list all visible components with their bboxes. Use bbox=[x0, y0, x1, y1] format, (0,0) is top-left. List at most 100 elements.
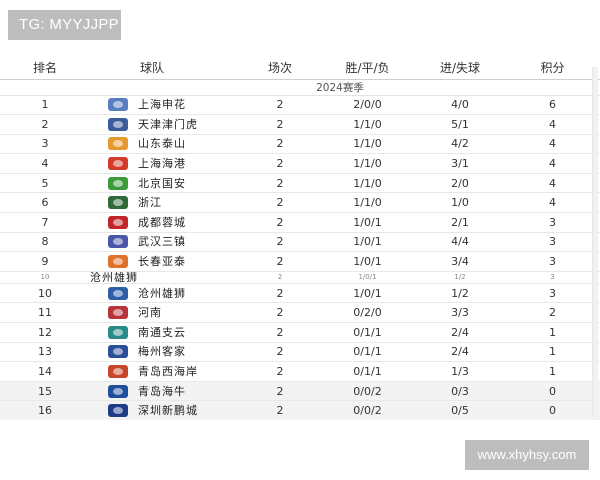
cell-played: 2 bbox=[240, 400, 320, 420]
header-rank[interactable]: 排名 bbox=[0, 57, 90, 80]
team-name[interactable]: 上海海港 bbox=[138, 158, 208, 169]
cell-gfga: 5/1 bbox=[415, 114, 505, 135]
cell-team: 青岛西海岸 bbox=[90, 361, 240, 382]
cell-gfga: 0/5 bbox=[415, 400, 505, 420]
team-name[interactable]: 沧州雄狮 bbox=[90, 272, 160, 283]
header-wdl[interactable]: 胜/平/负 bbox=[320, 57, 415, 80]
team-name[interactable]: 青岛海牛 bbox=[138, 386, 208, 397]
team-logo-icon bbox=[108, 306, 128, 320]
cell-gfga: 4/0 bbox=[415, 95, 505, 116]
team-name[interactable]: 天津津门虎 bbox=[138, 119, 208, 130]
cell-played: 2 bbox=[240, 134, 320, 155]
site-watermark: www.xhyhsy.com bbox=[465, 440, 589, 470]
table-row[interactable]: 4 上海海港 2 1/1/0 3/1 4 bbox=[0, 153, 600, 174]
cell-played: 2 bbox=[240, 251, 320, 272]
cell-gfga: 1/0 bbox=[415, 192, 505, 214]
cell-gfga: 3/1 bbox=[415, 153, 505, 174]
team-logo-icon bbox=[108, 345, 128, 359]
header-points[interactable]: 积分 bbox=[505, 57, 600, 80]
table-row[interactable]: 10 沧州雄狮 2 1/0/1 1/2 3 bbox=[0, 283, 600, 304]
header-team[interactable]: 球队 bbox=[90, 57, 240, 80]
cell-played: 2 bbox=[240, 302, 320, 324]
table-row[interactable]: 2 天津津门虎 2 1/1/0 5/1 4 bbox=[0, 114, 600, 135]
cell-played: 2 bbox=[240, 192, 320, 214]
cell-points: 4 bbox=[505, 173, 600, 194]
table-row[interactable]: 7 成都蓉城 2 1/0/1 2/1 3 bbox=[0, 212, 600, 233]
standings-table-container[interactable]: 排名 球队 场次 胜/平/负 进/失球 积分 2024赛季 1 上海申花 2 2/0/… bbox=[0, 57, 600, 420]
table-row[interactable]: 16 深圳新鹏城 2 0/0/2 0/5 0 bbox=[0, 400, 600, 420]
table-row[interactable]: 3 山东泰山 2 1/1/0 4/2 4 bbox=[0, 134, 600, 155]
cell-gfga: 2/0 bbox=[415, 173, 505, 194]
table-row[interactable]: 1 上海申花 2 2/0/0 4/0 6 bbox=[0, 95, 600, 116]
team-name[interactable]: 青岛西海岸 bbox=[138, 366, 208, 377]
cell-gfga: 1/2 bbox=[415, 271, 505, 284]
cell-rank: 9 bbox=[0, 251, 90, 272]
table-row[interactable]: 11 河南 2 0/2/0 3/3 2 bbox=[0, 302, 600, 324]
cell-team: 沧州雄狮 bbox=[90, 283, 240, 304]
team-name[interactable]: 武汉三镇 bbox=[138, 236, 208, 247]
team-logo-icon bbox=[108, 157, 128, 171]
team-name[interactable]: 山东泰山 bbox=[138, 138, 208, 149]
cell-wdl: 0/0/2 bbox=[320, 381, 415, 402]
vertical-scrollbar[interactable] bbox=[592, 67, 598, 417]
team-name[interactable]: 浙江 bbox=[138, 197, 208, 208]
cell-team: 南通支云 bbox=[90, 322, 240, 343]
cell-wdl: 0/0/2 bbox=[320, 400, 415, 420]
cell-rank: 8 bbox=[0, 232, 90, 253]
cell-rank: 5 bbox=[0, 173, 90, 194]
cell-points: 3 bbox=[505, 232, 600, 253]
team-logo-icon bbox=[108, 384, 128, 398]
table-row[interactable]: 13 梅州客家 2 0/1/1 2/4 1 bbox=[0, 342, 600, 363]
cell-rank: 6 bbox=[0, 192, 90, 214]
cell-wdl: 1/0/1 bbox=[320, 271, 415, 284]
header-gfga[interactable]: 进/失球 bbox=[415, 57, 505, 80]
cell-team: 上海海港 bbox=[90, 153, 240, 174]
team-name[interactable]: 梅州客家 bbox=[138, 346, 208, 357]
table-row[interactable]: 8 武汉三镇 2 1/0/1 4/4 3 bbox=[0, 232, 600, 253]
team-name[interactable]: 长春亚泰 bbox=[138, 256, 208, 267]
cell-team: 成都蓉城 bbox=[90, 212, 240, 233]
cell-wdl: 1/1/0 bbox=[320, 173, 415, 194]
cell-gfga: 4/2 bbox=[415, 134, 505, 155]
team-name[interactable]: 河南 bbox=[138, 307, 208, 318]
cell-wdl: 1/1/0 bbox=[320, 134, 415, 155]
cell-wdl: 1/0/1 bbox=[320, 232, 415, 253]
team-logo-icon bbox=[108, 235, 128, 249]
team-name[interactable]: 成都蓉城 bbox=[138, 217, 208, 228]
cell-wdl: 2/0/0 bbox=[320, 95, 415, 116]
cell-team: 武汉三镇 bbox=[90, 232, 240, 253]
team-name[interactable]: 南通支云 bbox=[138, 327, 208, 338]
team-name[interactable]: 沧州雄狮 bbox=[138, 288, 208, 299]
cell-rank: 11 bbox=[0, 302, 90, 324]
team-name[interactable]: 上海申花 bbox=[138, 99, 208, 110]
tg-watermark: TG: MYYJJPP bbox=[8, 10, 121, 40]
table-row[interactable]: 9 长春亚泰 2 1/0/1 3/4 3 bbox=[0, 251, 600, 272]
cell-wdl: 1/0/1 bbox=[320, 212, 415, 233]
cell-played: 2 bbox=[240, 361, 320, 382]
season-row: 2024赛季 bbox=[0, 79, 600, 96]
table-row[interactable]: 12 南通支云 2 0/1/1 2/4 1 bbox=[0, 322, 600, 343]
cell-wdl: 1/0/1 bbox=[320, 283, 415, 304]
cell-played: 2 bbox=[240, 381, 320, 402]
cell-played: 2 bbox=[240, 322, 320, 343]
cell-gfga: 1/2 bbox=[415, 283, 505, 304]
table-row[interactable]: 5 北京国安 2 1/1/0 2/0 4 bbox=[0, 173, 600, 194]
cell-team: 梅州客家 bbox=[90, 342, 240, 363]
team-name[interactable]: 深圳新鹏城 bbox=[138, 405, 208, 416]
team-logo-icon bbox=[108, 255, 128, 269]
table-row[interactable]: 15 青岛海牛 2 0/0/2 0/3 0 bbox=[0, 381, 600, 402]
cell-team: 山东泰山 bbox=[90, 134, 240, 155]
table-row[interactable]: 14 青岛西海岸 2 0/1/1 1/3 1 bbox=[0, 361, 600, 382]
cell-team: 上海申花 bbox=[90, 95, 240, 116]
cell-rank: 2 bbox=[0, 114, 90, 135]
team-logo-icon bbox=[108, 117, 128, 131]
cell-rank: 16 bbox=[0, 400, 90, 420]
header-played[interactable]: 场次 bbox=[240, 57, 320, 80]
cell-wdl: 1/1/0 bbox=[320, 153, 415, 174]
team-name[interactable]: 北京国安 bbox=[138, 178, 208, 189]
cell-team: 青岛海牛 bbox=[90, 381, 240, 402]
cell-points: 1 bbox=[505, 342, 600, 363]
cell-points: 3 bbox=[505, 212, 600, 233]
table-row[interactable]: 6 浙江 2 1/1/0 1/0 4 bbox=[0, 192, 600, 214]
cell-gfga: 1/3 bbox=[415, 361, 505, 382]
